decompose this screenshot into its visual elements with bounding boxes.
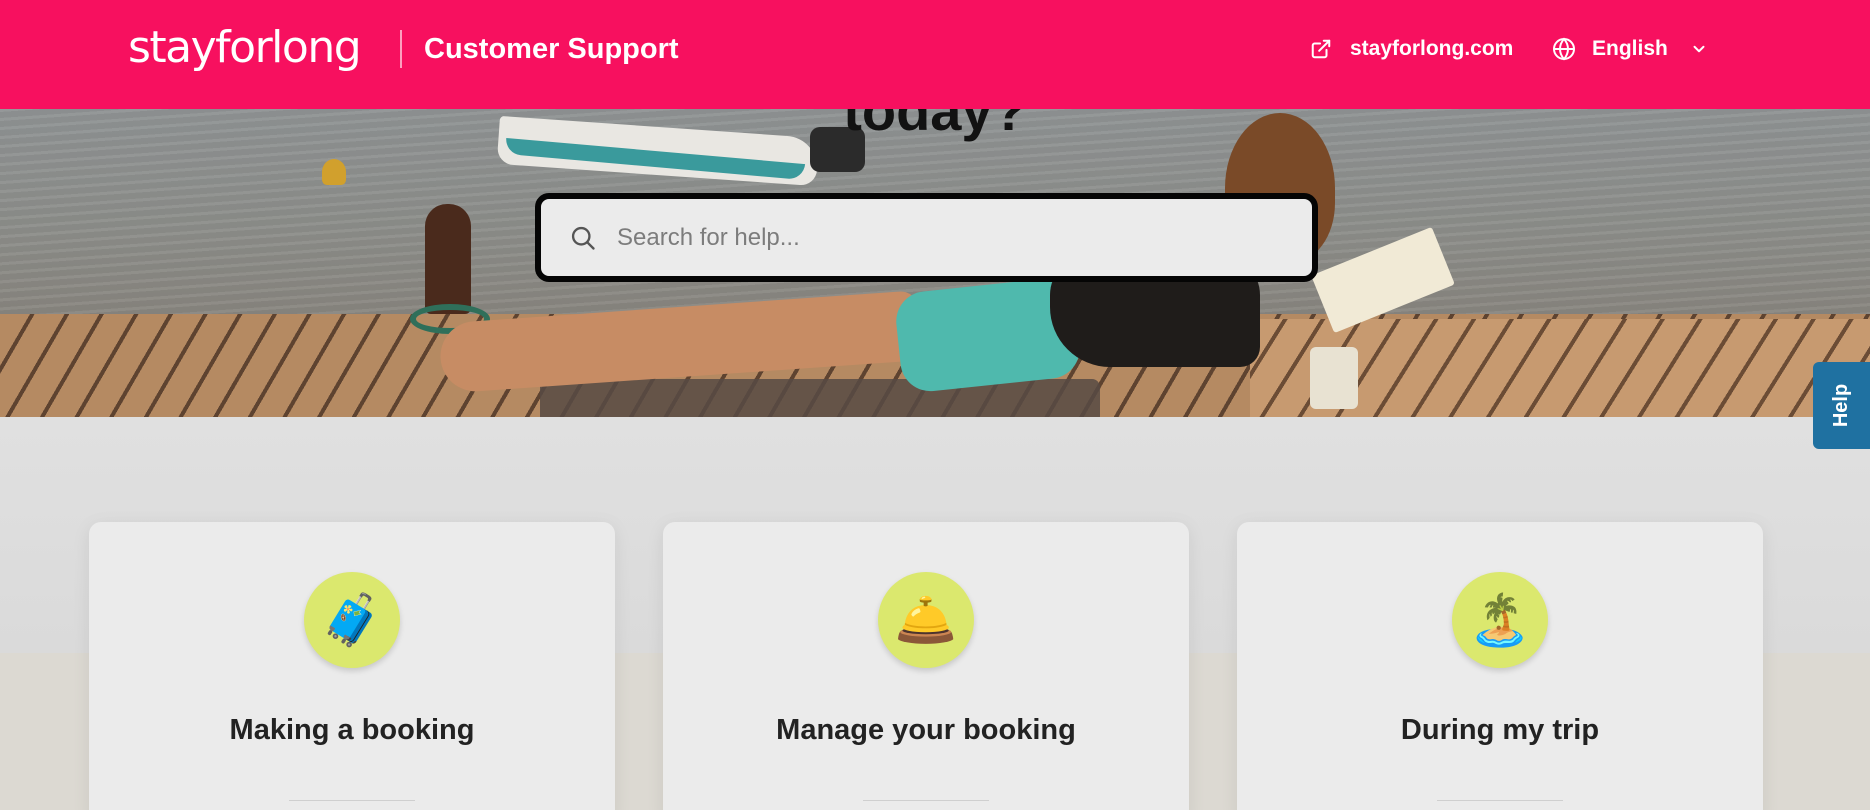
external-link-label: stayforlong.com — [1350, 37, 1514, 60]
towel — [540, 379, 1100, 417]
search-icon — [567, 222, 599, 254]
bell-glyph: 🛎️ — [894, 592, 958, 648]
category-title: During my trip — [1400, 714, 1600, 746]
card-divider — [289, 800, 415, 801]
header-divider — [400, 30, 402, 68]
page-title[interactable]: Customer Support — [424, 31, 679, 67]
stayforlong-site-link[interactable]: stayforlong.com — [1310, 34, 1513, 64]
palm-island-glyph: 🏝️ — [1468, 592, 1532, 648]
buoy — [322, 159, 346, 185]
chevron-down-icon — [1690, 40, 1708, 58]
card-divider — [1437, 800, 1563, 801]
language-selector[interactable]: English — [1552, 34, 1708, 64]
language-label: English — [1592, 37, 1668, 60]
category-title: Manage your booking — [776, 714, 1076, 746]
hero-heading: today? — [843, 109, 1027, 142]
search-input[interactable] — [617, 217, 1277, 258]
suitcase-glyph: 🧳 — [320, 592, 384, 648]
category-card-making-a-booking[interactable]: 🧳 Making a booking — [89, 522, 615, 810]
category-title: Making a booking — [229, 714, 475, 746]
category-card-during-my-trip[interactable]: 🏝️ During my trip — [1237, 522, 1763, 810]
category-card-manage-your-booking[interactable]: 🛎️ Manage your booking — [663, 522, 1189, 810]
palm-island-icon: 🏝️ — [1452, 572, 1548, 668]
suitcase-icon: 🧳 — [304, 572, 400, 668]
help-tab-label: Help — [1830, 383, 1852, 428]
hero-section: today? — [0, 109, 1870, 417]
stayforlong-logo[interactable]: stayforlong — [128, 18, 362, 78]
top-header: stayforlong Customer Support stayforlong… — [0, 0, 1870, 109]
dock-post — [425, 204, 471, 314]
card-divider — [863, 800, 989, 801]
cup — [1310, 347, 1358, 409]
globe-icon — [1552, 37, 1576, 61]
external-link-icon — [1310, 38, 1332, 60]
search-bar[interactable] — [535, 193, 1318, 282]
help-widget-tab[interactable]: Help — [1813, 362, 1870, 449]
bell-icon: 🛎️ — [878, 572, 974, 668]
